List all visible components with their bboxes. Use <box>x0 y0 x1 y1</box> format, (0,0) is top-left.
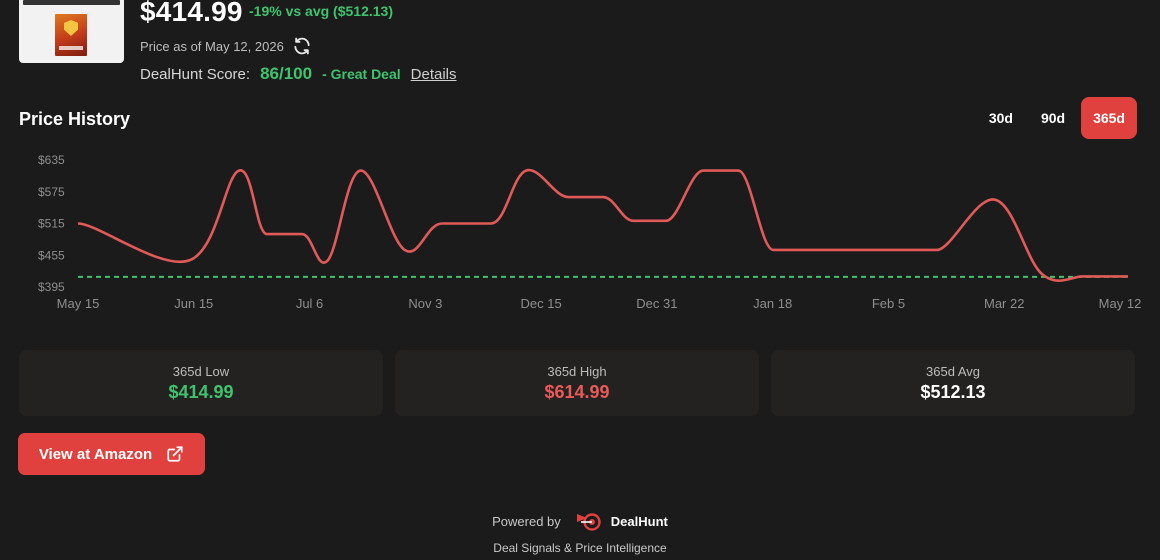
footer-tagline: Deal Signals & Price Intelligence <box>493 541 667 555</box>
y-tick-label: $515 <box>38 217 65 231</box>
y-tick-label: $635 <box>38 153 65 167</box>
product-thumbnail[interactable] <box>19 0 124 63</box>
x-tick-label: May 12 <box>1099 296 1142 311</box>
powered-by-text: Powered by <box>492 513 561 529</box>
external-link-icon <box>167 446 183 462</box>
price-timestamp-row: Price as of May 12, 2026 <box>140 36 312 56</box>
x-axis: May 15 Jun 15 Jul 6 Nov 3 Dec 15 Dec 31 Jan 18… <box>57 296 1142 311</box>
powered-by-row: Powered by DealHunt <box>0 510 1160 532</box>
deal-verdict: - Great Deal <box>322 66 401 82</box>
stat-avg-value: $512.13 <box>920 381 986 402</box>
thumbnail-banner <box>23 0 120 5</box>
stats-row: 365d Low $414.99 365d High $614.99 365d … <box>19 350 1135 416</box>
y-axis: $635 $575 $515 $455 $395 <box>38 153 65 294</box>
range-30d-button[interactable]: 30d <box>977 97 1025 139</box>
dealhunt-brand[interactable]: DealHunt <box>575 510 668 532</box>
x-tick-label: Dec 15 <box>521 296 562 311</box>
product-shield-graphic <box>64 20 78 36</box>
view-at-amazon-label: View at Amazon <box>38 445 153 463</box>
x-tick-label: Jan 18 <box>753 296 792 311</box>
price-vs-average: -19% vs avg ($512.13) <box>249 3 393 19</box>
refresh-icon[interactable] <box>292 36 312 56</box>
view-at-amazon-button[interactable]: View at Amazon <box>18 433 205 475</box>
stat-avg-card: 365d Avg $512.13 <box>771 350 1135 416</box>
deal-score-value: 86/100 <box>260 64 313 83</box>
dealhunt-brand-name: DealHunt <box>610 513 668 529</box>
x-tick-label: Jun 15 <box>174 296 213 311</box>
range-selector: 30d 90d 365d <box>977 97 1137 139</box>
y-tick-label: $455 <box>38 248 65 262</box>
range-365d-button[interactable]: 365d <box>1081 97 1137 139</box>
stat-low-card: 365d Low $414.99 <box>19 350 383 416</box>
stat-avg-label: 365d Avg <box>926 363 980 379</box>
price-history-title: Price History <box>19 109 131 129</box>
price-history-chart: $635 $575 $515 $455 $395 May 15 Jun 15 Jul 6 No… <box>38 153 1142 311</box>
stat-low-label: 365d Low <box>172 363 230 379</box>
stat-high-card: 365d High $614.99 <box>395 350 759 416</box>
x-tick-label: Jul 6 <box>296 296 323 311</box>
deal-score-row: DealHunt Score: 86/100 - Great Deal Deta… <box>140 64 457 84</box>
price-series-line <box>77 169 1128 282</box>
stat-low-value: $414.99 <box>168 381 234 402</box>
y-tick-label: $575 <box>38 185 65 199</box>
price-as-of-text: Price as of May 12, 2026 <box>140 38 284 54</box>
y-tick-label: $395 <box>38 280 65 294</box>
dealhunt-logo-icon <box>576 513 601 531</box>
x-tick-label: Nov 3 <box>408 296 442 311</box>
x-tick-label: Dec 31 <box>636 296 677 311</box>
stat-high-label: 365d High <box>547 363 607 379</box>
product-box-image <box>55 14 87 56</box>
x-tick-label: Feb 5 <box>872 296 905 311</box>
current-price: $414.99 <box>140 0 243 27</box>
stat-high-value: $614.99 <box>544 381 610 402</box>
details-link[interactable]: Details <box>411 66 457 83</box>
x-tick-label: May 15 <box>57 296 100 311</box>
range-90d-button[interactable]: 90d <box>1029 97 1077 139</box>
x-tick-label: Mar 22 <box>984 296 1024 311</box>
deal-score-label: DealHunt Score: <box>140 66 251 83</box>
